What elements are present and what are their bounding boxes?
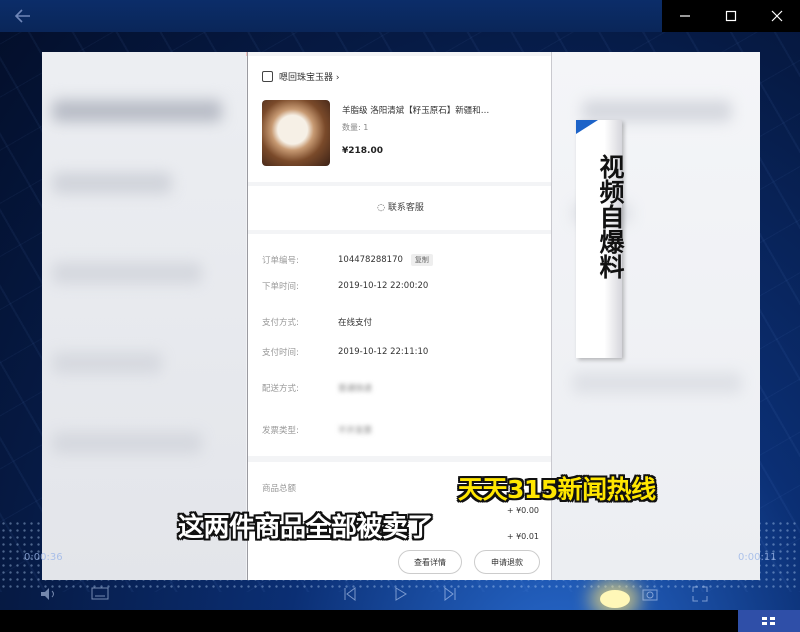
info-row-delivery: 配送方式: 普通快递: [262, 384, 373, 394]
info-row-invoice: 发票类型: 不开发票: [262, 426, 373, 436]
previous-icon: [344, 587, 356, 601]
subtitle-caption: 这两件商品全部被卖了: [178, 513, 434, 543]
window-controls: [662, 0, 800, 32]
product-card: 嗯回珠宝玉器 › 羊脂级 洛阳清斌【籽玉原石】新疆和… 数量: 1 ¥218.0…: [248, 56, 551, 182]
shop-icon: [262, 71, 273, 82]
camera-icon: [642, 589, 658, 601]
minimize-icon: [680, 15, 690, 17]
product-title[interactable]: 羊脂级 洛阳清斌【籽玉原石】新疆和…: [342, 104, 489, 116]
contact-service-button[interactable]: ◌ 联系客服: [248, 186, 551, 230]
badge-text: 视频自爆料: [596, 154, 625, 279]
playlist-button[interactable]: [738, 610, 800, 632]
blurred-left-panel: [42, 52, 246, 580]
refund-button[interactable]: 申请退款: [474, 550, 540, 574]
copy-button[interactable]: 复制: [410, 254, 433, 266]
info-row-order-number: 订单编号: 104478288170 复制: [262, 254, 433, 266]
info-row-payment-time: 支付时间: 2019-10-12 22:11:10: [262, 347, 429, 358]
subtitle-button[interactable]: [90, 584, 110, 604]
product-quantity: 数量: 1: [342, 123, 369, 132]
maximize-icon: [725, 10, 737, 22]
grid-icon: [762, 617, 775, 625]
screenshot-button[interactable]: [640, 584, 660, 604]
play-icon: [395, 587, 407, 601]
total-time: 0:00:11: [738, 552, 777, 563]
volume-button[interactable]: [38, 584, 58, 604]
back-button[interactable]: [10, 6, 36, 26]
badge-corner: [576, 120, 598, 134]
next-button[interactable]: [440, 584, 460, 604]
player-controls: [0, 580, 800, 610]
minimize-button[interactable]: [662, 0, 708, 32]
close-button[interactable]: [754, 0, 800, 32]
next-icon: [444, 587, 456, 601]
current-time: 0:00:36: [24, 552, 63, 563]
subtitle-icon: [91, 587, 109, 600]
view-details-button[interactable]: 查看详情: [398, 550, 462, 574]
product-price: ¥218.00: [342, 146, 383, 156]
volume-icon: [41, 588, 54, 600]
shop-name: 嗯回珠宝玉器 ›: [279, 73, 340, 83]
news-badge: 视频自爆料: [576, 120, 625, 358]
info-row-order-time: 下单时间: 2019-10-12 22:00:20: [262, 281, 429, 292]
close-icon: [771, 10, 783, 22]
goods-total-label: 商品总额: [262, 484, 297, 494]
order-info-card: 订单编号: 104478288170 复制 下单时间: 2019-10-12 2…: [248, 234, 551, 456]
play-button[interactable]: [390, 584, 410, 604]
arrow-left-icon: [14, 9, 30, 23]
fullscreen-button[interactable]: [690, 584, 710, 604]
bottom-bar: [0, 610, 800, 632]
info-row-payment-method: 支付方式: 在线支付: [262, 318, 373, 328]
title-bar-drag-area[interactable]: [0, 0, 662, 32]
title-bar: [0, 0, 800, 32]
prev-button[interactable]: [340, 584, 360, 604]
shop-row[interactable]: 嗯回珠宝玉器 ›: [262, 70, 339, 83]
fullscreen-icon: [692, 586, 708, 602]
product-thumbnail[interactable]: [262, 100, 330, 166]
chat-icon: ◌: [377, 203, 388, 213]
maximize-button[interactable]: [708, 0, 754, 32]
contact-service-label: ◌ 联系客服: [377, 203, 424, 213]
amount-line-1: + ¥0.00: [506, 506, 539, 515]
brand-caption: 天天315新闻热线: [458, 475, 656, 504]
amount-line-2: + ¥0.01: [506, 532, 539, 541]
